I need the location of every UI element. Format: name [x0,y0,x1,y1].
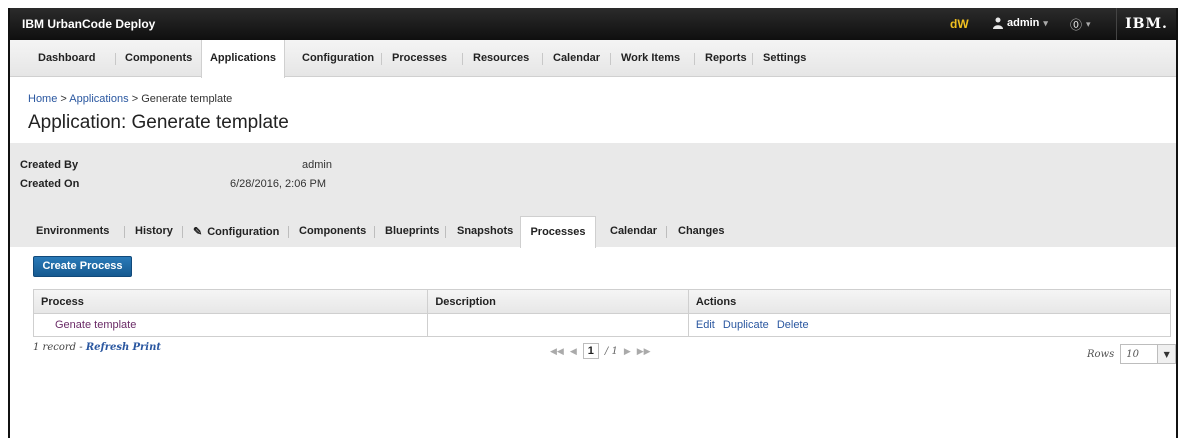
help-icon: ⓪ [1070,18,1083,32]
footer-dash: - [79,342,83,353]
print-link[interactable]: Print [133,342,161,353]
duplicate-link[interactable]: Duplicate [723,319,769,331]
created-by-value: admin [302,159,332,171]
user-menu[interactable]: admin ▾ [993,17,1048,29]
description-cell [428,314,689,336]
tab-changes[interactable]: Changes [678,225,724,237]
chevron-down-icon[interactable]: ▼ [1157,345,1176,363]
created-on-value: 6/28/2016, 2:06 PM [230,178,327,190]
process-cell: Genate template [34,314,429,336]
chevron-down-icon: ▾ [1043,17,1048,28]
breadcrumb-current: Generate template [141,93,233,105]
ibm-logo: IBM. [1116,8,1176,40]
breadcrumb-separator: > [131,93,139,105]
top-bar: IBM UrbanCode Deploy dW admin ▾ ⓪ ▾ IBM. [10,8,1176,40]
tab-calendar[interactable]: Calendar [610,225,657,237]
tab-configuration[interactable]: ✎ Configuration [193,225,279,238]
tab-environments[interactable]: Environments [36,225,109,237]
tab-snapshots[interactable]: Snapshots [457,225,513,237]
table-row: Genate template Edit Duplicate Delete [34,314,1170,336]
delete-link[interactable]: Delete [777,319,809,331]
nav-applications[interactable]: Applications [201,40,285,78]
breadcrumb-home[interactable]: Home [28,93,57,105]
page-title: Application: Generate template [28,112,289,133]
user-name: admin [1007,17,1040,29]
table-footer-summary: 1 record - Refresh Print [33,342,161,353]
first-page-icon[interactable]: ◀◀ [550,346,564,357]
created-on-label: Created On [20,178,80,190]
nav-calendar[interactable]: Calendar [553,40,600,77]
column-header-description[interactable]: Description [428,290,689,313]
tab-blueprints[interactable]: Blueprints [385,225,439,237]
record-count: 1 record [33,342,77,353]
nav-components[interactable]: Components [125,40,192,77]
process-link[interactable]: Genate template [41,319,136,331]
nav-work-items[interactable]: Work Items [621,40,680,77]
page-input[interactable]: 1 [582,343,599,359]
process-table: Process Description Actions Genate templ… [33,289,1171,337]
edit-link[interactable]: Edit [696,319,715,331]
rows-select[interactable]: 10 ▼ [1120,344,1177,364]
breadcrumb-separator: > [60,93,67,105]
nav-reports[interactable]: Reports [705,40,747,77]
chevron-down-icon: ▾ [1086,19,1091,29]
wrench-icon: ✎ [193,226,203,238]
created-by-label: Created By [20,159,79,171]
tab-configuration-label: Configuration [207,226,280,238]
page-total: / 1 [604,345,618,357]
refresh-link[interactable]: Refresh [86,342,130,353]
last-page-icon[interactable]: ▶▶ [637,346,651,357]
table-header: Process Description Actions [34,290,1170,314]
column-header-process[interactable]: Process [34,290,429,313]
column-header-actions: Actions [695,296,737,308]
nav-settings[interactable]: Settings [763,40,806,77]
nav-configuration[interactable]: Configuration [302,40,374,77]
prev-page-icon[interactable]: ◀ [570,346,577,357]
tab-history[interactable]: History [135,225,173,237]
help-menu[interactable]: ⓪ ▾ [1070,16,1091,33]
app-frame: IBM UrbanCode Deploy dW admin ▾ ⓪ ▾ IBM.… [8,8,1178,438]
breadcrumb: Home > Applications > Generate template [28,93,232,105]
breadcrumb-applications[interactable]: Applications [69,93,128,105]
rows-select-value: 10 [1126,348,1139,360]
rows-per-page: Rows 10 ▼ [1087,344,1177,364]
pagination: ◀◀ ◀ 1 / 1 ▶ ▶▶ [550,343,651,359]
next-page-icon[interactable]: ▶ [624,346,631,357]
brand-title: IBM UrbanCode Deploy [22,17,156,31]
application-tabs: Environments History ✎ Configuration Comp… [10,216,1176,248]
tab-components[interactable]: Components [299,225,366,237]
developerworks-link[interactable]: dW [950,17,969,31]
rows-label: Rows [1087,348,1115,360]
nav-resources[interactable]: Resources [473,40,529,77]
nav-processes[interactable]: Processes [392,40,447,77]
nav-dashboard[interactable]: Dashboard [38,40,95,77]
user-icon [993,17,1003,29]
actions-cell: Edit Duplicate Delete [689,314,1170,336]
create-process-button[interactable]: Create Process [33,256,132,277]
main-nav: Dashboard Components Applications Config… [10,40,1176,78]
tab-processes[interactable]: Processes [520,216,596,248]
